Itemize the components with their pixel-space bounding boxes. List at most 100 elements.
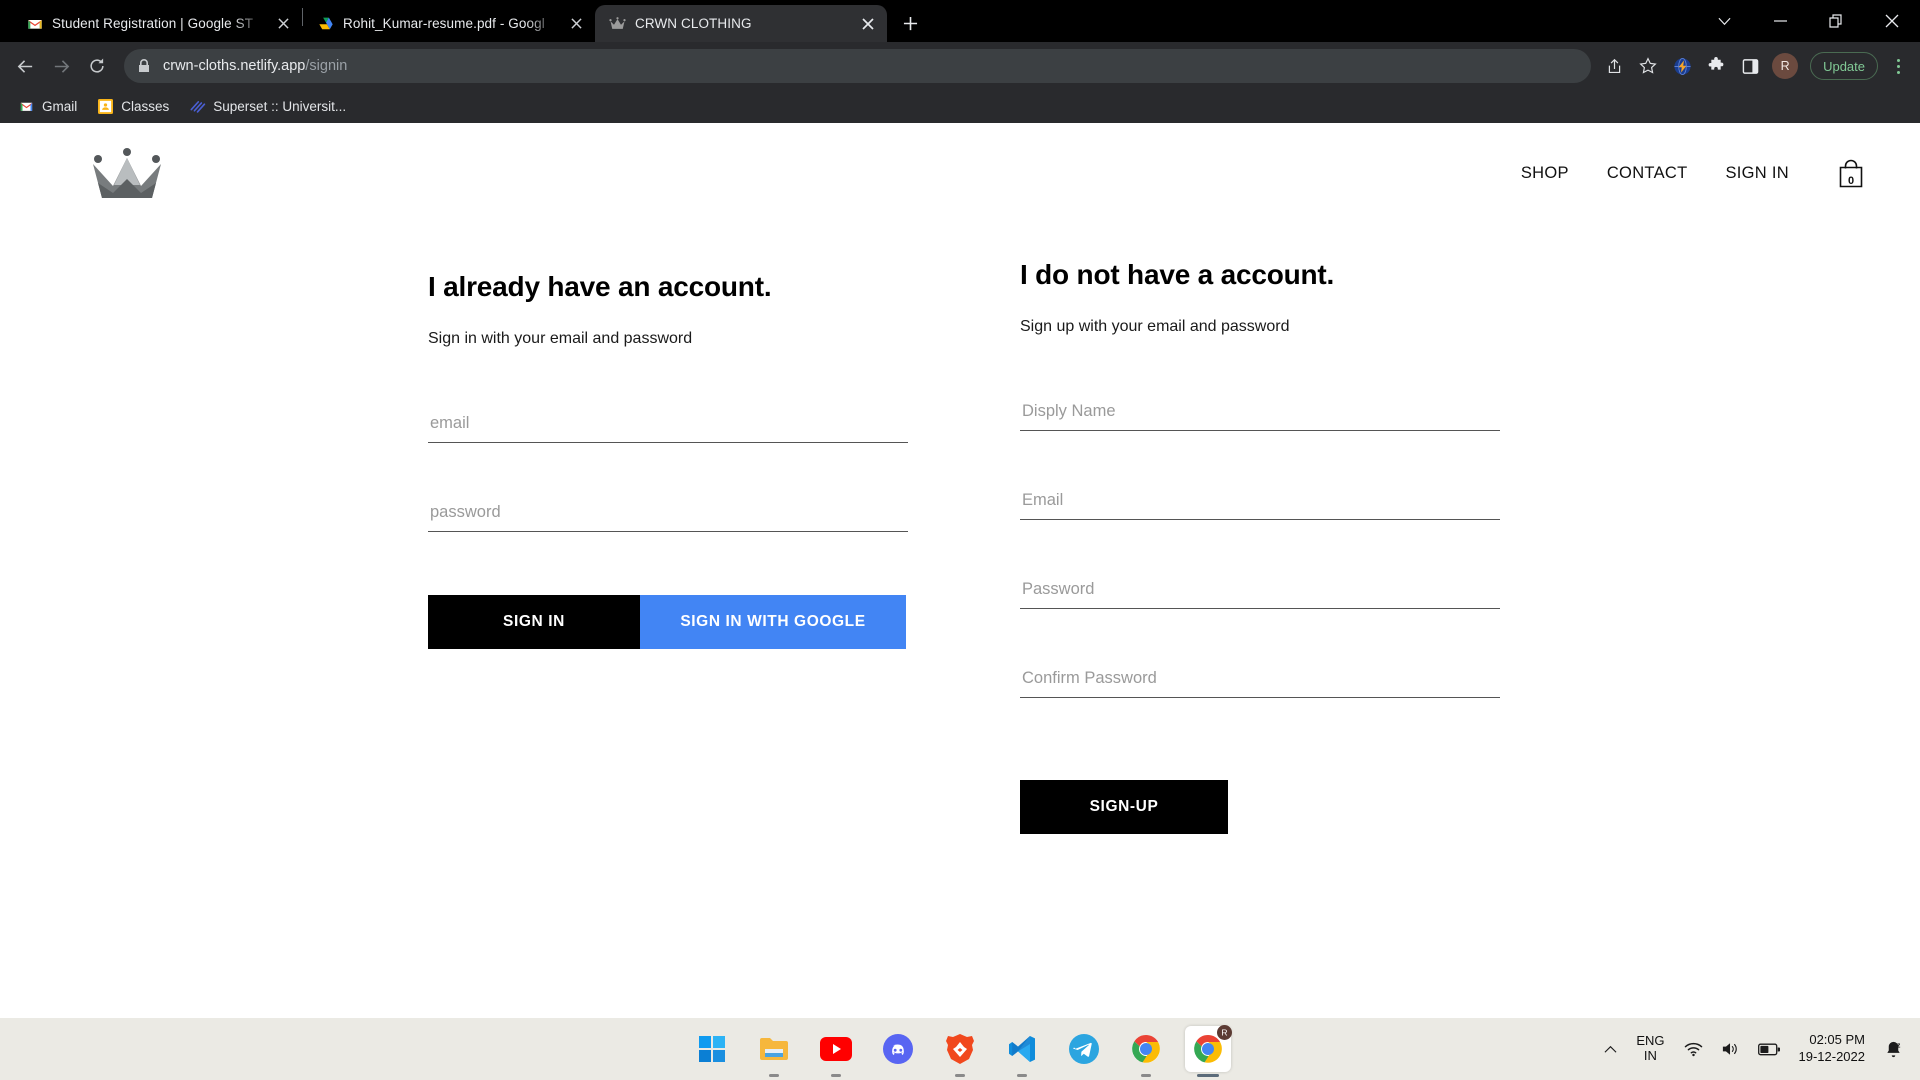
browser-tab-1[interactable]: Student Registration | Google ST bbox=[12, 5, 302, 42]
system-tray: ENG IN 02:05 PM 19-12-2022 z bbox=[1595, 1018, 1912, 1080]
cart-icon-button[interactable]: 0 bbox=[1830, 152, 1872, 194]
share-icon[interactable] bbox=[1599, 51, 1629, 81]
maximize-icon[interactable] bbox=[1808, 0, 1864, 42]
tab-title: Rohit_Kumar-resume.pdf - Googl bbox=[343, 16, 545, 31]
site-header: SHOP CONTACT SIGN IN 0 bbox=[0, 123, 1920, 223]
update-button-label: Update bbox=[1823, 58, 1865, 74]
sign-in-button[interactable]: SIGN IN bbox=[428, 595, 640, 649]
speaker-icon[interactable] bbox=[1712, 1025, 1749, 1073]
back-arrow-icon[interactable] bbox=[8, 49, 42, 83]
taskbar-brave-browser[interactable] bbox=[937, 1026, 983, 1077]
signup-confirm-password-input[interactable] bbox=[1020, 669, 1500, 698]
signup-display-name-group bbox=[1020, 402, 1500, 431]
star-icon[interactable] bbox=[1633, 51, 1663, 81]
language-line-1: ENG bbox=[1636, 1033, 1665, 1049]
taskbar-discord[interactable] bbox=[875, 1026, 921, 1072]
bookmark-label: Gmail bbox=[42, 99, 78, 114]
bookmark-classes[interactable]: Classes bbox=[89, 94, 177, 119]
profile-avatar[interactable]: R bbox=[1772, 53, 1799, 79]
gmail-icon bbox=[18, 98, 35, 115]
side-panel-icon[interactable] bbox=[1735, 51, 1765, 81]
page-content: SHOP CONTACT SIGN IN 0 I already have an… bbox=[0, 123, 1920, 1018]
language-indicator[interactable]: ENG IN bbox=[1626, 1033, 1674, 1064]
tab-search-icon[interactable] bbox=[1696, 0, 1752, 42]
close-icon[interactable] bbox=[859, 15, 877, 33]
url-domain: crwn-cloths.netlify.app bbox=[163, 58, 306, 74]
bookmark-gmail[interactable]: Gmail bbox=[10, 94, 85, 119]
taskbar-chrome-window-1[interactable] bbox=[1123, 1026, 1169, 1077]
reload-icon[interactable] bbox=[80, 49, 114, 83]
bookmark-label: Superset :: Universit... bbox=[213, 99, 347, 114]
sign-in-with-google-button[interactable]: SIGN IN WITH GOOGLE bbox=[640, 595, 906, 649]
profile-badge-icon: R bbox=[1217, 1025, 1232, 1040]
window-controls bbox=[1696, 0, 1920, 42]
taskbar-file-explorer[interactable] bbox=[751, 1026, 797, 1077]
signup-subtitle: Sign up with your email and password bbox=[1020, 318, 1290, 335]
url-text: crwn-cloths.netlify.app/signin bbox=[163, 58, 347, 74]
signin-title: I already have an account. bbox=[428, 271, 772, 302]
folder-icon bbox=[760, 1038, 788, 1060]
crown-logo-icon[interactable] bbox=[90, 142, 164, 204]
signin-form: I already have an account. Sign in with … bbox=[428, 271, 908, 834]
clock-date: 19-12-2022 bbox=[1798, 1049, 1866, 1064]
kebab-menu-icon[interactable] bbox=[1884, 51, 1912, 81]
clock[interactable]: 02:05 PM 19-12-2022 bbox=[1789, 1032, 1876, 1066]
browser-tab-2[interactable]: Rohit_Kumar-resume.pdf - Googl bbox=[303, 5, 595, 42]
signin-password-input[interactable] bbox=[428, 503, 908, 532]
superset-icon bbox=[189, 98, 206, 115]
browser-tab-3[interactable]: CRWN CLOTHING bbox=[595, 5, 887, 42]
close-icon[interactable] bbox=[274, 15, 292, 33]
taskbar-start-button[interactable] bbox=[689, 1026, 735, 1072]
taskbar-apps: R bbox=[689, 1025, 1232, 1077]
running-indicator bbox=[1141, 1074, 1151, 1077]
sign-up-button[interactable]: SIGN-UP bbox=[1020, 780, 1228, 834]
toolbar-icons: R Update bbox=[1599, 51, 1912, 81]
close-icon[interactable] bbox=[1864, 0, 1920, 42]
close-icon[interactable] bbox=[567, 15, 585, 33]
tab-strip: Student Registration | Google ST Rohit_K… bbox=[0, 0, 1920, 42]
signup-display-name-input[interactable] bbox=[1020, 402, 1500, 431]
cart-count: 0 bbox=[1847, 175, 1855, 187]
windows-taskbar: R ENG IN 02:05 PM 19-12-2022 z bbox=[0, 1018, 1920, 1080]
gmail-icon bbox=[26, 15, 43, 32]
telegram-icon bbox=[1069, 1034, 1099, 1064]
taskbar-youtube[interactable] bbox=[813, 1026, 859, 1077]
battery-icon[interactable] bbox=[1749, 1025, 1789, 1073]
youtube-icon bbox=[820, 1037, 852, 1061]
address-bar[interactable]: crwn-cloths.netlify.app/signin bbox=[124, 49, 1592, 83]
wifi-icon[interactable] bbox=[1675, 1025, 1712, 1073]
chevron-up-icon[interactable] bbox=[1595, 1025, 1626, 1073]
minimize-icon[interactable] bbox=[1752, 0, 1808, 42]
signin-subtitle: Sign in with your email and password bbox=[428, 330, 693, 347]
signup-password-input[interactable] bbox=[1020, 580, 1500, 609]
bookmark-superset[interactable]: Superset :: Universit... bbox=[181, 94, 354, 119]
running-indicator bbox=[1017, 1074, 1027, 1077]
nav-link-shop[interactable]: SHOP bbox=[1502, 164, 1588, 183]
signin-email-input[interactable] bbox=[428, 414, 908, 443]
update-button[interactable]: Update bbox=[1810, 52, 1878, 80]
taskbar-telegram[interactable] bbox=[1061, 1026, 1107, 1072]
signup-email-input[interactable] bbox=[1020, 491, 1500, 520]
svg-text:R: R bbox=[1221, 1028, 1227, 1038]
nav-link-signin[interactable]: SIGN IN bbox=[1706, 164, 1808, 183]
lightning-globe-icon[interactable] bbox=[1667, 51, 1697, 81]
svg-text:z: z bbox=[1897, 1041, 1901, 1049]
signup-email-group bbox=[1020, 491, 1500, 520]
taskbar-chrome-window-2[interactable]: R bbox=[1185, 1025, 1232, 1077]
taskbar-vs-code[interactable] bbox=[999, 1026, 1045, 1077]
auth-forms: I already have an account. Sign in with … bbox=[0, 223, 1920, 834]
brave-lion-icon bbox=[946, 1034, 974, 1064]
nav-link-contact[interactable]: CONTACT bbox=[1588, 164, 1707, 183]
forward-arrow-icon[interactable] bbox=[44, 49, 78, 83]
windows-logo-icon bbox=[699, 1036, 725, 1062]
vscode-icon bbox=[1009, 1036, 1035, 1062]
language-line-2: IN bbox=[1643, 1048, 1657, 1063]
bell-do-not-disturb-icon[interactable]: z bbox=[1875, 1025, 1912, 1073]
browser-window: Student Registration | Google ST Rohit_K… bbox=[0, 0, 1920, 1018]
puzzle-piece-icon[interactable] bbox=[1701, 51, 1731, 81]
crown-icon bbox=[609, 15, 626, 32]
new-tab-button[interactable] bbox=[895, 8, 925, 38]
running-indicator bbox=[955, 1074, 965, 1077]
discord-icon bbox=[883, 1034, 913, 1064]
running-indicator bbox=[769, 1074, 779, 1077]
